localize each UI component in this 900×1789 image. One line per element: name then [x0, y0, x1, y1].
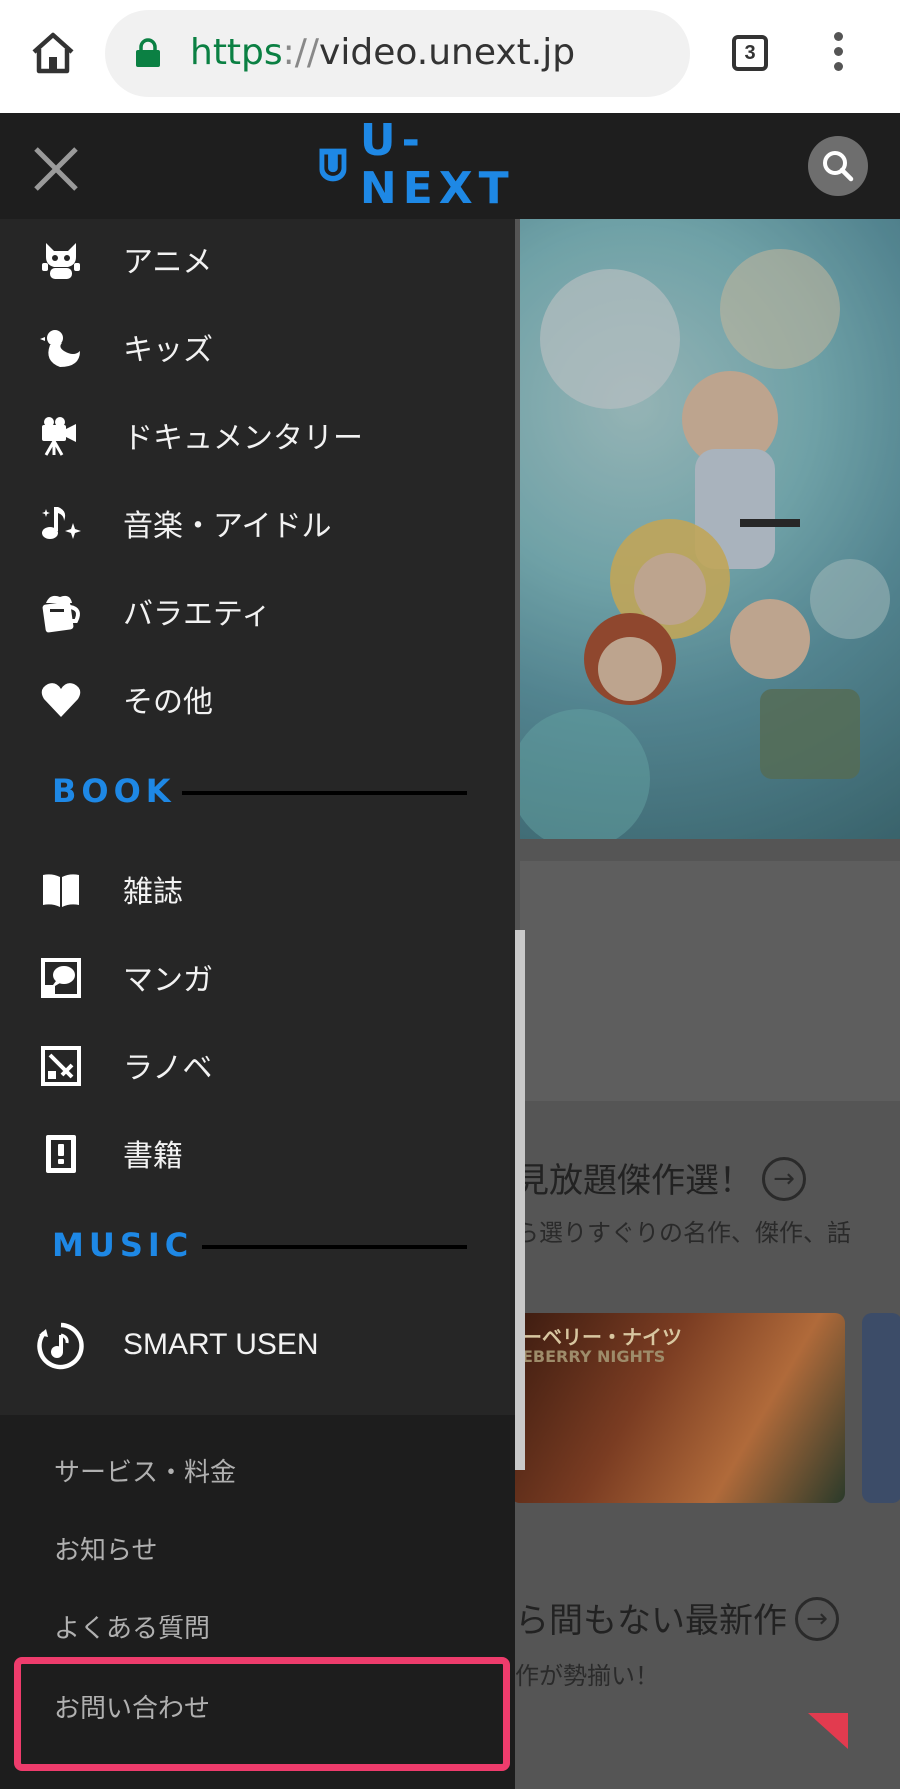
section-subtitle-new: 作が勢揃い！ [515, 1662, 659, 1690]
highlight-frame [14, 1657, 510, 1771]
hero-banner[interactable] [520, 219, 900, 839]
more-menu-icon[interactable] [826, 32, 850, 78]
browser-toolbar: https://video.unext.jp 3 [0, 0, 900, 113]
url-separator: :// [282, 32, 320, 73]
thumbnail-title: ーベリー・ナイツ [522, 1325, 682, 1349]
menu-item-light-novel[interactable]: ラノベ [0, 1025, 515, 1105]
url-host: video.unext.jp [319, 32, 576, 73]
manga-speech-icon [40, 957, 82, 999]
menu-label: ドキュメンタリー [123, 421, 363, 456]
menu-label: 音楽・アイドル [123, 509, 332, 544]
menu-label: キッズ [123, 333, 213, 368]
film-camera-icon [40, 415, 82, 457]
search-icon [823, 151, 854, 182]
section-header-book: BOOK [52, 769, 472, 819]
footer-link-news[interactable]: お知らせ [54, 1530, 157, 1567]
section-label-book: BOOK [52, 772, 176, 810]
drawer-header: U-NEXT [0, 113, 515, 219]
section-divider [202, 1245, 467, 1249]
premium-badge [808, 1713, 848, 1749]
lock-icon [135, 38, 161, 68]
url-scheme: https [190, 32, 283, 73]
footer-link-service-pricing[interactable]: サービス・料金 [54, 1452, 236, 1489]
light-novel-icon [40, 1045, 82, 1087]
unext-logo[interactable]: U-NEXT [318, 117, 525, 213]
menu-label: ラノベ [123, 1051, 213, 1086]
logo-text: U-NEXT [359, 115, 515, 214]
section-title-new[interactable]: ら間もない最新作 [515, 1593, 787, 1642]
menu-item-documentary[interactable]: ドキュメンタリー [0, 395, 515, 475]
hero-dim-overlay [520, 219, 900, 839]
menu-item-kids[interactable]: キッズ [0, 307, 515, 387]
menu-item-music-idol[interactable]: 音楽・アイドル [0, 483, 515, 563]
menu-item-anime[interactable]: アニメ [0, 219, 515, 299]
menu-item-manga[interactable]: マンガ [0, 937, 515, 1017]
anime-mascot-icon [40, 239, 82, 281]
open-book-icon [40, 869, 82, 911]
smart-usen-icon [36, 1321, 86, 1371]
navigation-drawer: U-NEXT アニメ キッズ ドキュメンタリー 音楽・アイドル バラエティ その… [0, 113, 515, 1789]
content-placeholder [520, 861, 900, 1101]
menu-label: 雑誌 [123, 875, 183, 910]
menu-item-books[interactable]: 書籍 [0, 1113, 515, 1193]
menu-label: マンガ [123, 963, 213, 998]
duck-icon [40, 327, 82, 369]
footer-link-faq[interactable]: よくある質問 [54, 1608, 210, 1645]
arrow-right-icon[interactable]: → [795, 1597, 839, 1641]
title-thumbnail[interactable]: ーベリー・ナイツ EBERRY NIGHTS [510, 1313, 845, 1503]
scrollbar[interactable] [515, 930, 525, 1470]
menu-label: バラエティ [123, 597, 272, 632]
close-icon[interactable] [32, 145, 80, 193]
menu-item-variety[interactable]: バラエティ [0, 571, 515, 651]
home-icon[interactable] [28, 28, 78, 78]
section-header-music: MUSIC [52, 1223, 472, 1273]
menu-label: その他 [123, 685, 213, 720]
tab-switcher-button[interactable]: 3 [732, 35, 768, 71]
section-divider [182, 791, 467, 795]
section-subtitle-featured: ら選りすぐりの名作、傑作、話 [515, 1219, 851, 1247]
menu-item-other[interactable]: その他 [0, 659, 515, 739]
menu-item-smart-usen[interactable]: SMART USEN [0, 1305, 515, 1385]
title-thumbnail[interactable] [862, 1313, 900, 1503]
book-icon [40, 1133, 82, 1175]
thumbnail-subtitle: EBERRY NIGHTS [522, 1347, 666, 1366]
menu-label: アニメ [123, 245, 213, 280]
heart-icon [40, 679, 82, 721]
address-bar[interactable]: https://video.unext.jp [105, 10, 690, 97]
section-label-music: MUSIC [52, 1226, 194, 1264]
menu-item-magazine[interactable]: 雑誌 [0, 849, 515, 929]
arrow-right-icon[interactable]: → [762, 1157, 806, 1201]
menu-label: SMART USEN [123, 1328, 319, 1361]
unext-shield-icon [319, 148, 347, 182]
menu-label: 書籍 [123, 1139, 183, 1174]
section-title-featured[interactable]: 見放題傑作選！ [515, 1153, 753, 1202]
url-text[interactable]: https://video.unext.jp [190, 29, 575, 77]
search-button[interactable] [808, 136, 868, 196]
variety-mug-icon [40, 591, 82, 633]
music-note-sparkle-icon [40, 503, 82, 545]
